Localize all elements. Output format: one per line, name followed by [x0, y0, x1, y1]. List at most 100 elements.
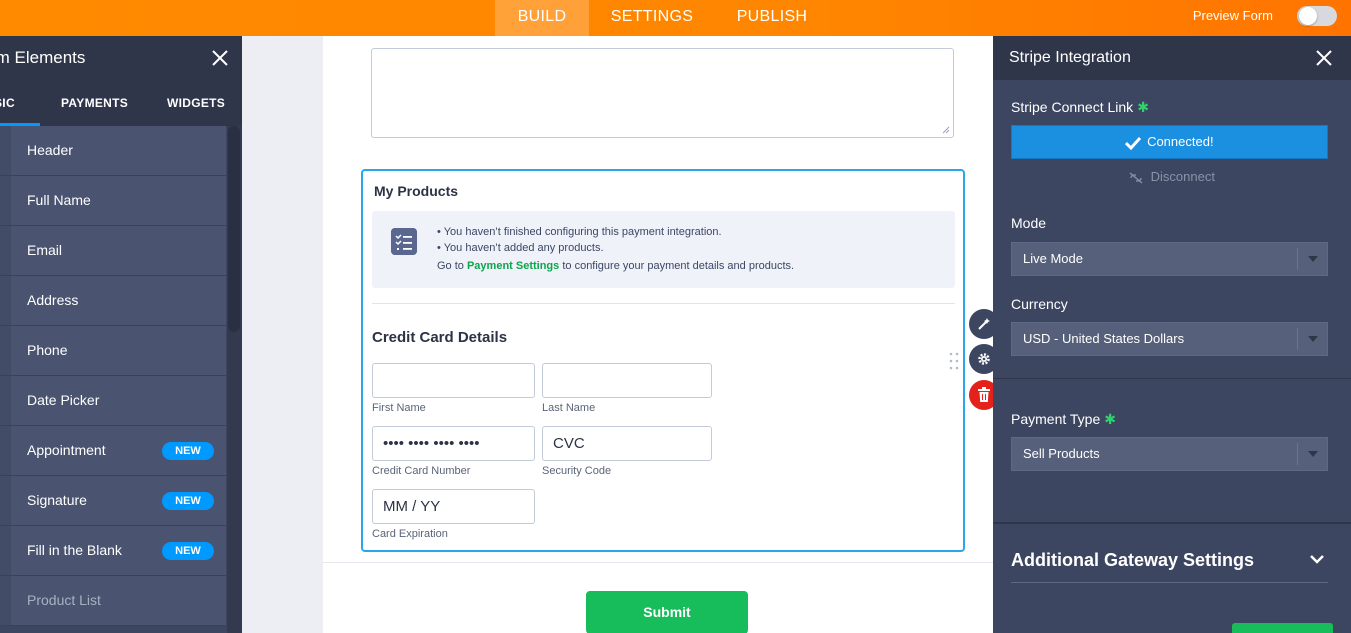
element-email[interactable]: Email — [0, 226, 226, 276]
payment-settings-link[interactable]: Payment Settings — [467, 260, 559, 272]
cvc-label: Security Code — [542, 465, 612, 477]
element-label: Product List — [27, 592, 101, 608]
stripe-connect-label: Stripe Connect Link ✱ — [1011, 99, 1149, 116]
mode-label: Mode — [1011, 215, 1047, 231]
mode-value: Live Mode — [1023, 251, 1083, 266]
element-address[interactable]: Address — [0, 276, 226, 326]
element-label: Fill in the Blank — [27, 542, 122, 558]
chevron-down-icon[interactable] — [1309, 554, 1325, 564]
required-asterisk: ✱ — [1137, 99, 1149, 115]
card-number-input[interactable]: •••• •••• •••• •••• — [372, 426, 535, 461]
item-stub — [0, 476, 11, 525]
submit-area: Submit — [323, 562, 993, 633]
element-signature[interactable]: Signature NEW — [0, 476, 226, 526]
drag-handle-icon[interactable] — [949, 352, 959, 370]
connected-button[interactable]: Connected! — [1011, 125, 1328, 159]
connected-label: Connected! — [1147, 134, 1214, 149]
divider — [372, 303, 955, 304]
products-title: My Products — [374, 183, 459, 199]
form-elements-title: rm Elements — [0, 48, 86, 67]
element-label: Address — [27, 292, 79, 308]
element-label: Phone — [27, 342, 68, 358]
tab-settings[interactable]: SETTINGS — [600, 0, 704, 36]
item-stub — [0, 276, 11, 325]
notice-list: You haven’t finished configuring this pa… — [437, 224, 722, 256]
disconnect-label: Disconnect — [1150, 169, 1215, 184]
element-date-picker[interactable]: Date Picker — [0, 376, 226, 426]
tab-widgets[interactable]: WIDGETS — [167, 80, 225, 126]
textarea-field[interactable] — [371, 48, 954, 138]
caret-down-icon — [1297, 328, 1327, 350]
element-label: Appointment — [27, 442, 106, 458]
expiration-input[interactable]: MM / YY — [372, 489, 535, 524]
payment-type-select[interactable]: Sell Products — [1011, 437, 1328, 471]
last-name-input[interactable] — [542, 363, 712, 398]
element-label: Email — [27, 242, 63, 258]
notice-goto: Go to Payment Settings to configure your… — [437, 260, 794, 272]
unlink-icon — [1129, 172, 1143, 184]
element-list: Header Full Name Email Address Phone Dat… — [0, 126, 242, 626]
stripe-connect-label-text: Stripe Connect Link — [1011, 99, 1134, 115]
checklist-icon — [391, 228, 417, 255]
payment-field-card[interactable]: My Products You haven’t finished configu… — [361, 169, 965, 552]
additional-settings-section[interactable]: Additional Gateway Settings — [993, 522, 1351, 633]
submit-button[interactable]: Submit — [586, 591, 748, 633]
first-name-label: First Name — [372, 402, 426, 414]
cvc-input[interactable]: CVC — [542, 426, 712, 461]
preview-form-label: Preview Form — [1192, 8, 1273, 23]
last-name-label: Last Name — [542, 402, 596, 414]
form-elements-panel: rm Elements SIC PAYMENTS WIDGETS Header … — [0, 36, 242, 633]
element-fill-in-the-blank[interactable]: Fill in the Blank NEW — [0, 526, 226, 576]
form-canvas: My Products You haven’t finished configu… — [323, 36, 993, 633]
new-badge: NEW — [162, 492, 214, 510]
scrollbar-thumb[interactable] — [228, 126, 240, 332]
currency-select[interactable]: USD - United States Dollars — [1011, 322, 1328, 356]
item-stub — [0, 226, 11, 275]
disconnect-link[interactable]: Disconnect — [993, 169, 1351, 184]
currency-label: Currency — [1011, 296, 1068, 312]
additional-settings-title: Additional Gateway Settings — [1011, 550, 1255, 570]
form-elements-header: rm Elements — [0, 36, 242, 80]
item-stub — [0, 126, 11, 175]
close-icon[interactable] — [208, 46, 232, 70]
element-list-scrollbar[interactable] — [227, 126, 242, 633]
gear-icon — [978, 353, 990, 365]
close-icon[interactable] — [1313, 47, 1335, 69]
new-badge: NEW — [162, 442, 214, 460]
mode-select[interactable]: Live Mode — [1011, 242, 1328, 276]
tab-payments[interactable]: PAYMENTS — [61, 80, 128, 126]
toggle-knob — [1299, 7, 1317, 25]
element-label: Full Name — [27, 192, 91, 208]
payment-type-label-text: Payment Type — [1011, 411, 1101, 427]
tab-build[interactable]: BUILD — [495, 0, 589, 36]
element-header[interactable]: Header — [0, 126, 226, 176]
stripe-panel-title: Stripe Integration — [1009, 49, 1131, 66]
payment-notice: You haven’t finished configuring this pa… — [372, 211, 955, 288]
item-stub — [0, 176, 11, 225]
item-stub — [0, 526, 11, 575]
goto-prefix: Go to — [437, 260, 464, 272]
tab-publish[interactable]: PUBLISH — [726, 0, 818, 36]
element-product-list[interactable]: Product List — [0, 576, 226, 626]
element-appointment[interactable]: Appointment NEW — [0, 426, 226, 476]
item-stub — [0, 426, 11, 475]
tab-basic[interactable]: SIC — [0, 80, 40, 126]
preview-form-toggle[interactable] — [1297, 6, 1337, 26]
element-label: Header — [27, 142, 73, 158]
item-stub — [0, 376, 11, 425]
trash-icon — [978, 387, 990, 402]
checkmark-icon — [1125, 136, 1142, 150]
element-full-name[interactable]: Full Name — [0, 176, 226, 226]
first-name-input[interactable] — [372, 363, 535, 398]
save-button[interactable] — [1232, 623, 1333, 633]
notice-item: You haven’t finished configuring this pa… — [437, 224, 722, 240]
notice-item: You haven’t added any products. — [437, 240, 722, 256]
resize-handle-icon[interactable] — [942, 126, 950, 134]
item-stub — [0, 576, 11, 625]
element-label: Signature — [27, 492, 87, 508]
element-phone[interactable]: Phone — [0, 326, 226, 376]
caret-down-icon — [1297, 443, 1327, 465]
magic-wand-icon — [978, 318, 990, 330]
payment-type-value: Sell Products — [1023, 446, 1100, 461]
section-underline — [1011, 582, 1328, 583]
